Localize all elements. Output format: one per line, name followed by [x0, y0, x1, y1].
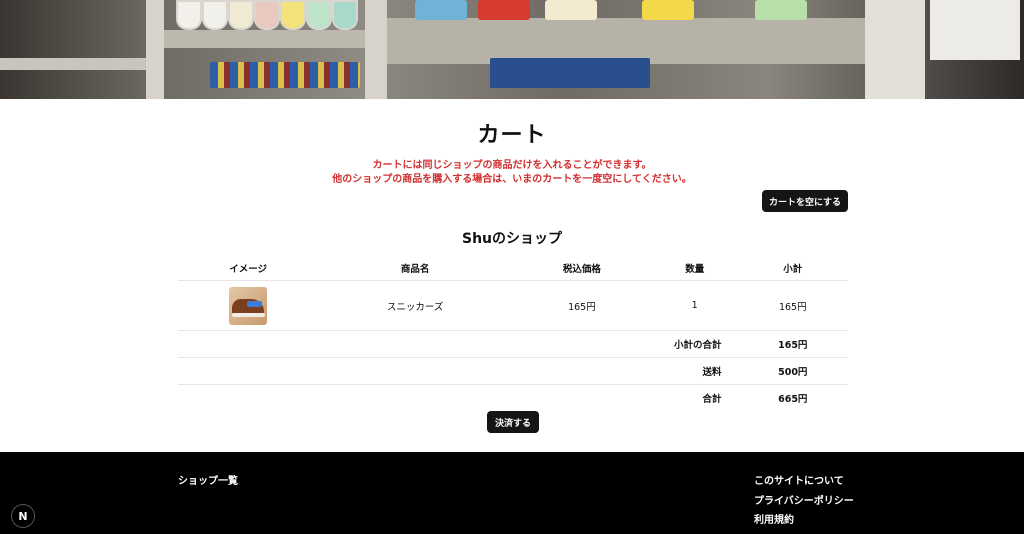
column-header-quantity: 数量: [651, 256, 738, 281]
tins: [490, 58, 650, 88]
column-header-name: 商品名: [318, 256, 512, 281]
notice-line: カートには同じショップの商品だけを入れることができます。: [372, 160, 652, 171]
clock: [306, 0, 332, 30]
summary-value: 665円: [778, 394, 808, 405]
shelf: [0, 58, 150, 70]
column-header-image: イメージ: [178, 256, 319, 281]
shop-title: Shuのショップ: [461, 231, 563, 247]
column-header-price: 税込価格: [511, 256, 652, 281]
shelf: [150, 30, 365, 48]
checkout-button[interactable]: 決済する: [487, 411, 539, 433]
notice-line: 他のショップの商品を購入する場合は、いまのカートを一度空にしてください。: [332, 174, 692, 185]
footer-link-privacy[interactable]: プライバシーポリシー: [754, 492, 854, 512]
clock: [202, 0, 228, 30]
summary-value: 165円: [737, 330, 848, 358]
table-header-row: イメージ 商品名 税込価格 数量 小計: [178, 256, 848, 281]
clock: [176, 0, 202, 30]
empty-cart-button[interactable]: カートを空にする: [762, 190, 848, 212]
clock: [332, 0, 358, 30]
item-quantity: 1: [651, 280, 738, 331]
tins: [210, 62, 360, 88]
page-title: カート: [477, 123, 547, 148]
clock: [280, 0, 306, 30]
box: [930, 0, 1020, 60]
item-name: スニッカーズ: [318, 280, 512, 331]
box: [755, 0, 807, 20]
clock: [228, 0, 254, 30]
cart-table: イメージ 商品名 税込価格 数量 小計 スニッカーズ 165円 1 165円 小…: [178, 256, 848, 411]
box: [478, 0, 530, 20]
summary-row-total: 合計 665円: [178, 385, 848, 412]
summary-row-subtotal: 小計の合計 165円: [178, 330, 848, 358]
item-subtotal: 165円: [737, 280, 848, 331]
column-header-subtotal: 小計: [737, 256, 848, 281]
footer-link-about[interactable]: このサイトについて: [754, 472, 854, 492]
shelf-post: [365, 0, 387, 99]
summary-label: 合計: [702, 394, 722, 405]
item-image-cell: [178, 280, 319, 331]
next-dev-badge-icon[interactable]: N: [11, 504, 35, 528]
cart-notice: カートには同じショップの商品だけを入れることができます。 他のショップの商品を購…: [0, 159, 1024, 187]
box: [642, 0, 694, 20]
shoe-tag: [247, 300, 263, 307]
footer-link-shop-list[interactable]: ショップ一覧: [178, 472, 238, 487]
summary-label: 小計の合計: [178, 330, 738, 358]
summary-value: 500円: [737, 357, 848, 385]
summary-row-shipping: 送料 500円: [178, 357, 848, 385]
summary-label: 送料: [178, 357, 738, 385]
footer-right: このサイトについて プライバシーポリシー 利用規約: [754, 472, 854, 531]
shelf-post: [865, 0, 925, 99]
sneaker-thumbnail[interactable]: [229, 286, 268, 325]
footer-left: ショップ一覧: [178, 472, 238, 487]
shoe-sole: [232, 312, 266, 317]
box: [545, 0, 597, 20]
box: [415, 0, 467, 20]
shelf-post: [146, 0, 164, 99]
table-row: スニッカーズ 165円 1 165円: [178, 280, 848, 331]
clock: [254, 0, 280, 30]
site-footer: ショップ一覧 このサイトについて プライバシーポリシー 利用規約: [0, 452, 1024, 534]
item-price: 165円: [511, 280, 652, 331]
hero-banner-image: [0, 0, 1024, 99]
footer-link-terms[interactable]: 利用規約: [754, 511, 854, 531]
